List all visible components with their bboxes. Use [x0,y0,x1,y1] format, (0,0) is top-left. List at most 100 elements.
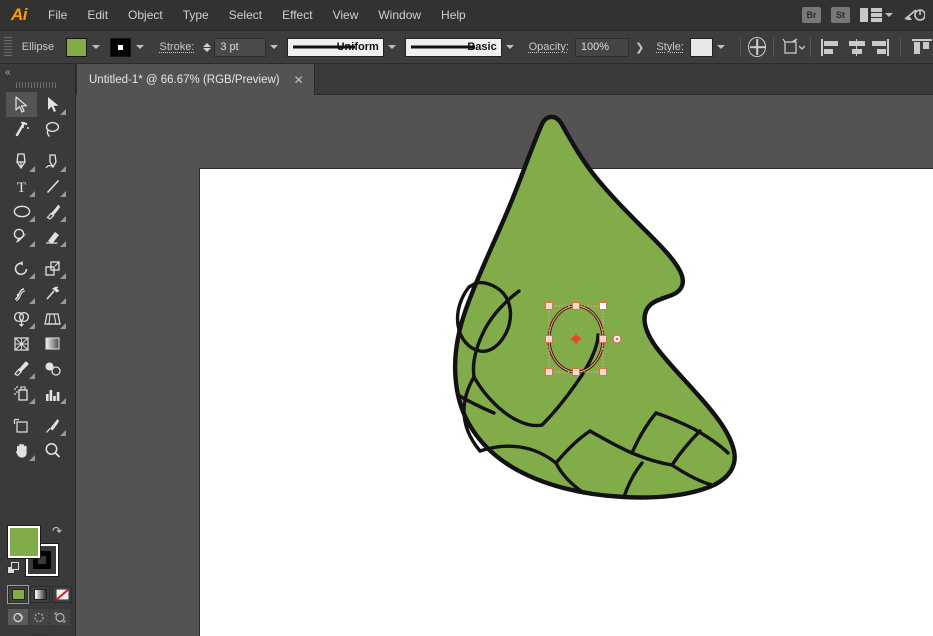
opacity-label[interactable]: Opacity: [523,41,575,53]
stepper-up-icon[interactable] [203,42,212,47]
free-transform-tool[interactable] [37,281,68,306]
handle-top-left[interactable] [545,302,553,310]
paintbrush-tool[interactable] [37,199,68,224]
tool-group-indicator-icon [29,191,35,197]
align-horizontal-center-icon[interactable] [847,38,865,56]
arrange-documents-button[interactable] [860,8,893,22]
width-tool[interactable] [6,281,37,306]
stroke-color-control[interactable] [109,37,154,57]
stroke-weight-input[interactable]: 3 pt [214,37,266,57]
handle-middle-right[interactable] [599,335,607,343]
collapse-panel-icon[interactable]: « [5,67,10,78]
ellipse-tool[interactable] [6,199,37,224]
line-segment-tool[interactable] [37,174,68,199]
column-graph-tool[interactable] [37,381,68,406]
handle-bottom-right[interactable] [599,368,607,376]
workspace-switcher-button[interactable] [903,7,926,23]
opacity-input[interactable]: 100% [574,37,630,57]
style-label[interactable]: Style: [650,41,690,53]
stroke-weight-label[interactable]: Stroke: [154,41,201,53]
workspace-switcher-icon [904,9,926,21]
menu-object[interactable]: Object [118,0,173,31]
menu-view[interactable]: View [323,0,369,31]
distribute-top-icon[interactable] [911,38,932,56]
rotate-tool[interactable] [6,256,37,281]
draw-behind-icon[interactable] [29,609,49,625]
selection-tool[interactable] [6,92,37,117]
opacity-options-button[interactable]: ❯ [629,41,650,54]
gradient-icon[interactable] [30,586,50,603]
perspective-grid-tool[interactable] [37,306,68,331]
tools-panel-grip[interactable] [16,82,58,88]
tool-group-indicator-icon [29,273,35,279]
brush-definition-select[interactable]: Basic [404,37,502,57]
direct-selection-tool[interactable] [37,92,68,117]
chevron-down-icon [506,45,515,49]
default-fill-stroke-icon[interactable] [7,562,19,574]
slice-tool[interactable] [37,413,68,438]
stroke-dropdown-button[interactable] [132,37,148,57]
brush-definition-dropdown-button[interactable] [503,37,517,57]
handle-top-center[interactable] [572,302,580,310]
fill-swatch[interactable] [65,37,87,57]
bridge-button[interactable]: Br [802,7,821,23]
menu-select[interactable]: Select [219,0,272,31]
handle-bottom-left[interactable] [545,368,553,376]
gradient-tool[interactable] [37,331,68,356]
artboard-tool[interactable] [6,413,37,438]
toolbar-fill-swatch[interactable] [7,525,41,559]
symbol-sprayer-tool[interactable] [6,381,37,406]
magic-wand-tool[interactable] [6,117,37,142]
transform-button[interactable] [781,38,806,56]
handle-middle-left[interactable] [545,335,553,343]
style-dropdown-button[interactable] [714,37,728,57]
lasso-tool[interactable] [37,117,68,142]
close-icon[interactable]: ✕ [294,74,304,86]
stock-button[interactable]: St [831,7,850,23]
align-left-icon[interactable] [821,38,839,56]
menu-type[interactable]: Type [173,0,219,31]
stroke-swatch[interactable] [109,37,131,57]
menu-window[interactable]: Window [368,0,431,31]
shaper-tool[interactable] [6,224,37,249]
color-icon[interactable] [7,585,29,604]
eraser-tool[interactable] [37,224,68,249]
menu-effect[interactable]: Effect [272,0,322,31]
none-icon[interactable] [52,586,72,603]
menu-help[interactable]: Help [431,0,476,31]
stroke-profile-dropdown-button[interactable] [385,37,399,57]
handle-top-right[interactable] [599,302,607,310]
align-right-icon[interactable] [871,38,889,56]
selection-overlay[interactable] [76,95,933,636]
eraser-icon [46,231,59,244]
curvature-tool[interactable] [37,149,68,174]
type-tool[interactable]: T [6,174,37,199]
graphic-style-swatch[interactable] [689,37,713,57]
recolor-artwork-icon[interactable] [748,37,766,57]
canvas-area[interactable]: Baid [76,95,933,636]
scale-tool[interactable] [37,256,68,281]
draw-inside-icon[interactable] [50,609,70,625]
eyedropper-tool[interactable] [6,356,37,381]
draw-normal-icon[interactable] [8,609,28,625]
blend-tool[interactable] [37,356,68,381]
pen-tool[interactable] [6,149,37,174]
stroke-weight-dropdown-button[interactable] [267,37,281,57]
mesh-tool[interactable] [6,331,37,356]
menu-edit[interactable]: Edit [77,0,118,31]
stepper-down-icon[interactable] [203,47,212,52]
stroke-profile-select[interactable]: Uniform [286,37,384,57]
fill-color-control[interactable] [65,37,110,57]
control-bar-grip[interactable] [4,37,12,57]
handle-bottom-center[interactable] [572,368,580,376]
swap-fill-stroke-icon[interactable]: ↷ [52,524,62,538]
stroke-weight-stepper[interactable] [200,42,214,52]
shape-builder-tool[interactable] [6,306,37,331]
tool-group-indicator-icon [60,298,66,304]
document-tab[interactable]: Untitled-1* @ 66.67% (RGB/Preview) ✕ [76,64,315,95]
fill-dropdown-button[interactable] [88,37,104,57]
menu-file[interactable]: File [38,0,77,31]
chevron-down-icon [716,45,725,49]
zoom-tool[interactable] [37,438,68,463]
hand-tool[interactable] [6,438,37,463]
